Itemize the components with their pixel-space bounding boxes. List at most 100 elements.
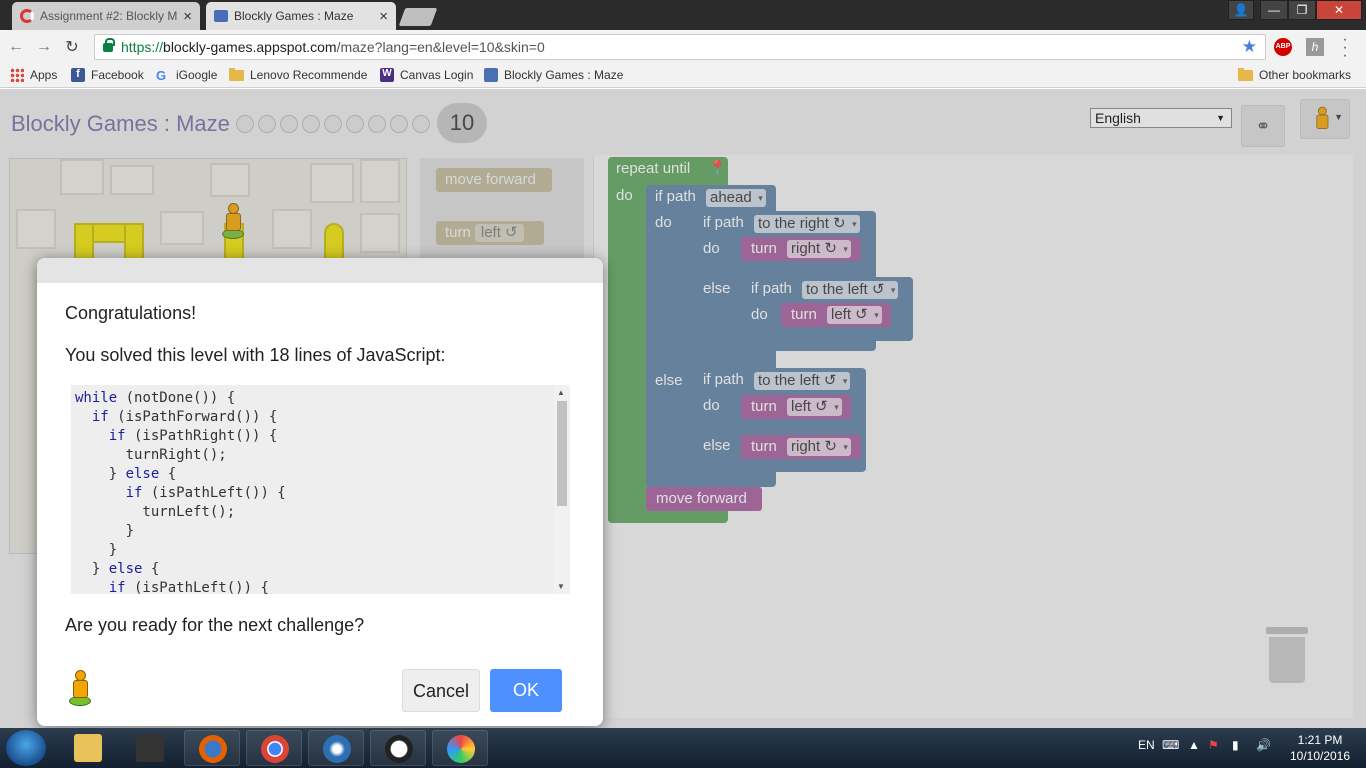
bookmark-label: Blockly Games : Maze	[504, 68, 624, 82]
address-bar[interactable]: https:// blockly-games.appspot.com /maze…	[94, 34, 1266, 60]
bookmark-facebook[interactable]: f Facebook	[71, 68, 144, 82]
windows-taskbar: EN ⌨ ▲ ⚑ ▮ 🔊 1:21 PM 10/10/2016	[0, 728, 1366, 768]
panda-icon	[385, 735, 413, 763]
dialog-message: You solved this level with 18 lines of J…	[65, 345, 446, 365]
action-center-icon[interactable]: ⚑	[1208, 738, 1219, 752]
user-icon[interactable]: 👤	[1228, 0, 1254, 20]
code-scrollbar[interactable]: ▲ ▼	[554, 385, 570, 594]
start-button[interactable]	[6, 730, 46, 766]
restore-button[interactable]: ❐	[1288, 0, 1316, 20]
scroll-thumb[interactable]	[557, 401, 567, 506]
canvas-icon: W	[380, 68, 394, 82]
new-tab-button[interactable]	[398, 8, 438, 26]
url-path: /maze?lang=en&level=10&skin=0	[336, 39, 545, 55]
close-window-button[interactable]: ✕	[1316, 0, 1362, 20]
congratulations-dialog: Congratulations! You solved this level w…	[37, 258, 603, 726]
taskbar-app-explorer[interactable]	[60, 730, 116, 766]
code-line: turnLeft();	[75, 504, 236, 520]
code-viewer[interactable]: while (notDone()) { if (isPathForward())…	[71, 385, 570, 594]
code-line: }	[75, 523, 135, 539]
system-clock[interactable]: 1:21 PM 10/10/2016	[1280, 732, 1360, 764]
bookmark-blockly[interactable]: Blockly Games : Maze	[484, 68, 623, 82]
puzzle-icon	[484, 68, 498, 82]
folder-icon	[74, 734, 102, 762]
tab-blockly-maze[interactable]: Blockly Games : Maze ×	[206, 2, 396, 30]
chrome-icon	[261, 735, 289, 763]
facebook-icon: f	[71, 68, 85, 82]
code-line: while (notDone()) {	[75, 390, 236, 406]
tab-assignment[interactable]: Assignment #2: Blockly Maze ×	[12, 2, 200, 30]
clock-date: 10/10/2016	[1289, 749, 1351, 763]
minimize-button[interactable]: —	[1260, 0, 1288, 20]
apps-icon	[10, 68, 24, 82]
code-line: if (isPathLeft()) {	[108, 580, 269, 594]
bookmark-label: Lenovo Recommende	[250, 68, 368, 82]
menu-icon[interactable]: · · ·	[1340, 32, 1350, 64]
back-icon[interactable]: ←	[4, 38, 28, 56]
code-line: if (isPathForward()) {	[91, 409, 278, 425]
code-line: turnRight();	[75, 447, 227, 463]
screen: Assignment #2: Blockly Maze × Blockly Ga…	[0, 0, 1366, 768]
puzzle-icon	[214, 10, 228, 22]
reload-icon[interactable]: ↻	[60, 37, 84, 57]
bookmark-canvas[interactable]: W Canvas Login	[380, 68, 473, 82]
bookmark-label: Other bookmarks	[1259, 68, 1352, 82]
bookmarks-bar: Apps f Facebook G iGoogle Lenovo Recomme…	[0, 64, 1366, 88]
google-icon: G	[156, 68, 167, 83]
browser-tabstrip: Assignment #2: Blockly Maze × Blockly Ga…	[0, 0, 1366, 30]
scroll-up-icon[interactable]: ▲	[557, 388, 565, 397]
tray-expand-icon[interactable]: ▲	[1188, 738, 1200, 752]
bookmark-label: Facebook	[91, 68, 144, 82]
extension-icon[interactable]: h	[1306, 38, 1324, 56]
folder-icon	[1238, 67, 1253, 81]
tab-title: Blockly Games : Maze	[234, 9, 354, 23]
volume-icon[interactable]: 🔊	[1256, 738, 1271, 752]
bookmark-lenovo[interactable]: Lenovo Recommende	[229, 67, 368, 82]
paint-icon	[447, 735, 475, 763]
forward-icon[interactable]: →	[32, 38, 56, 56]
code-line: if (isPathRight()) {	[108, 428, 278, 444]
taskbar-app-laptop[interactable]	[122, 730, 178, 766]
url-scheme: https://	[121, 39, 164, 55]
taskbar-app-firefox[interactable]	[184, 730, 240, 766]
lock-icon	[103, 37, 115, 52]
laptop-icon	[136, 734, 164, 762]
code-line: }	[75, 542, 118, 558]
adblock-icon[interactable]: ABP	[1274, 38, 1292, 56]
tab-title: Assignment #2: Blockly Maze	[40, 9, 178, 23]
javascript-code: while (notDone()) { if (isPathForward())…	[75, 389, 286, 594]
taskbar-app-paint[interactable]	[432, 730, 488, 766]
close-icon[interactable]: ×	[183, 8, 192, 25]
code-line: if (isPathLeft()) {	[125, 485, 286, 501]
taskbar-app-panda[interactable]	[370, 730, 426, 766]
cancel-button[interactable]: Cancel	[402, 669, 480, 712]
dialog-heading: Congratulations!	[65, 303, 197, 323]
code-line: } else {	[75, 561, 160, 577]
bookmark-label: iGoogle	[176, 68, 218, 82]
dialog-header[interactable]	[37, 258, 603, 283]
taskbar-app-thunderbird[interactable]	[308, 730, 364, 766]
bookmark-igoogle[interactable]: G iGoogle	[156, 68, 218, 83]
close-icon[interactable]: ×	[379, 8, 388, 25]
taskbar-app-chrome[interactable]	[246, 730, 302, 766]
pegman-icon	[61, 668, 101, 708]
clock-time: 1:21 PM	[1297, 733, 1343, 747]
bookmark-apps[interactable]: Apps	[10, 68, 57, 82]
ok-button[interactable]: OK	[490, 669, 562, 712]
dialog-question: Are you ready for the next challenge?	[65, 615, 365, 635]
firefox-icon	[199, 735, 227, 763]
input-language[interactable]: EN	[1138, 738, 1155, 752]
folder-icon	[229, 67, 244, 81]
bookmark-label: Canvas Login	[400, 68, 474, 82]
browser-toolbar: ← → ↻ https:// blockly-games.appspot.com…	[0, 30, 1366, 64]
bookmark-star-icon[interactable]: ★	[1242, 37, 1257, 57]
network-icon[interactable]: ▮	[1232, 738, 1239, 752]
url-host: blockly-games.appspot.com	[163, 39, 337, 55]
loading-icon	[20, 9, 34, 23]
code-line: } else {	[75, 466, 177, 482]
bookmark-other[interactable]: Other bookmarks	[1238, 67, 1352, 82]
bookmark-label: Apps	[30, 68, 58, 82]
keyboard-icon[interactable]: ⌨	[1162, 738, 1179, 752]
scroll-down-icon[interactable]: ▼	[557, 582, 565, 591]
thunderbird-icon	[323, 735, 351, 763]
